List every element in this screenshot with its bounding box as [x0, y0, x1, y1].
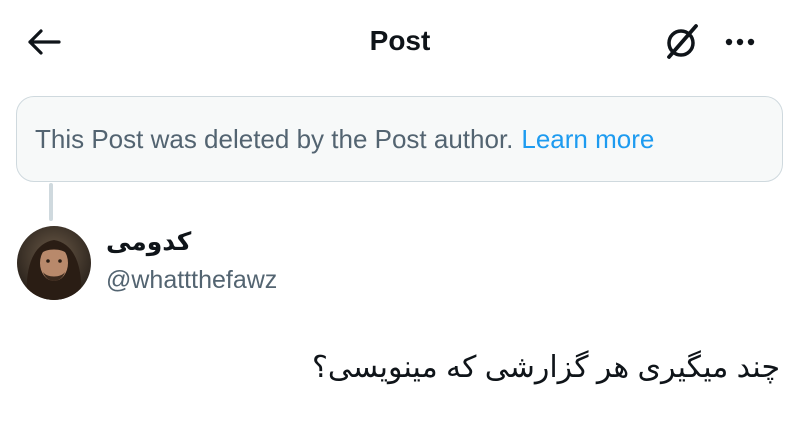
- post-text: چند میگیری هر گزارشی که مینویسی؟: [311, 351, 780, 384]
- thread-connector-line: [49, 183, 53, 221]
- grok-icon: [667, 24, 698, 59]
- author-display-name[interactable]: کدومی: [106, 226, 191, 258]
- learn-more-link[interactable]: Learn more: [521, 124, 654, 155]
- avatar[interactable]: [17, 226, 91, 300]
- avatar-photo: [17, 226, 91, 300]
- top-bar: Post: [0, 0, 800, 84]
- deleted-notice-text: This Post was deleted by the Post author…: [35, 123, 514, 154]
- grok-button[interactable]: [660, 20, 704, 64]
- more-options-button[interactable]: [718, 20, 762, 64]
- deleted-post-notice: This Post was deleted by the Post author…: [16, 96, 783, 182]
- more-horizontal-icon: [725, 38, 755, 46]
- author-handle[interactable]: @whattthefawz: [106, 264, 277, 296]
